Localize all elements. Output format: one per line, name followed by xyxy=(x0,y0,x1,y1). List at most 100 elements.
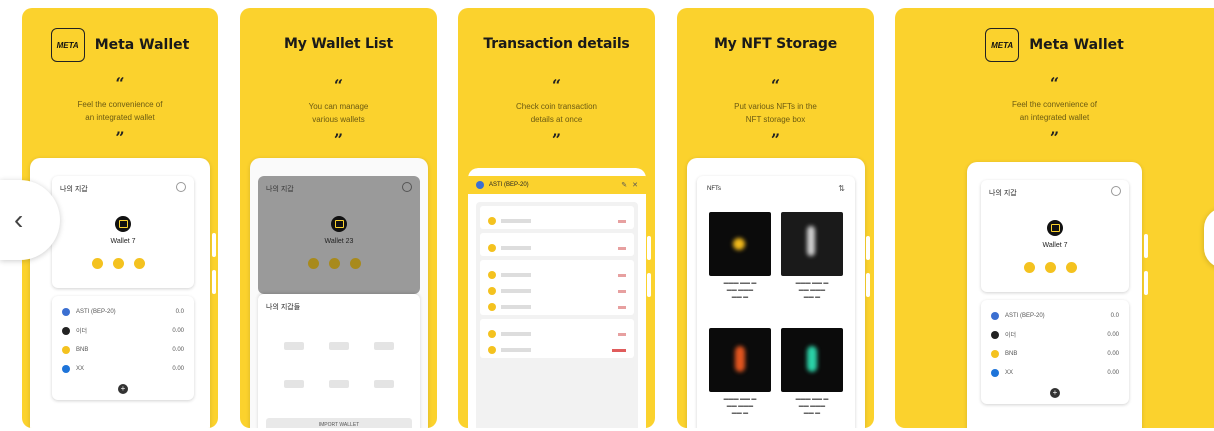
nft-panel: NFTs ⇅ ▬▬▬ ▬▬ ▬ ▬▬ ▬▬▬ ▬▬ ▬ ▬▬▬ ▬▬ ▬ ▬▬ ▬▬▬… xyxy=(697,176,855,428)
send-icon[interactable] xyxy=(1024,262,1035,273)
tx-row[interactable] xyxy=(480,283,634,299)
wallet-tile[interactable] xyxy=(284,380,305,388)
receive-icon[interactable] xyxy=(113,258,124,269)
open-quote-icon: “ xyxy=(1049,74,1060,93)
coin-icon xyxy=(488,303,496,311)
coin-row[interactable]: 이더 0.00 xyxy=(981,325,1129,344)
tx-group xyxy=(480,233,634,256)
coin-name: ASTI (BEP-20) xyxy=(1005,312,1045,319)
brand-header: META Meta Wallet xyxy=(895,28,1214,62)
phone-screen: 나의 지갑 Wallet 23 나의 지갑들 IMPORT WALLET xyxy=(250,158,428,428)
coin-icon xyxy=(488,287,496,295)
tx-row[interactable] xyxy=(480,299,634,315)
tagline-line-2: various wallets xyxy=(312,115,365,124)
refresh-icon[interactable] xyxy=(1111,186,1121,196)
next-arrow-button[interactable] xyxy=(1204,208,1214,268)
tx-group xyxy=(480,319,634,358)
tagline-line-2: details at once xyxy=(530,115,583,124)
coin-row[interactable]: BNB 0.00 xyxy=(52,340,194,359)
import-wallet-button[interactable]: IMPORT WALLET xyxy=(266,418,412,428)
refresh-icon[interactable] xyxy=(402,182,412,192)
brand-header: META Meta Wallet xyxy=(22,28,218,62)
add-coin-icon[interactable]: + xyxy=(1050,388,1060,398)
coin-row[interactable]: 이더 0.00 xyxy=(52,321,194,340)
screen-header: 나의 지갑 xyxy=(266,186,294,193)
send-icon[interactable] xyxy=(308,258,319,269)
tx-amount xyxy=(618,289,626,293)
tx-header: ASTI (BEP-20) xyxy=(489,182,529,188)
phone-screen: 나의 지갑 Wallet 7 ASTI (BEP-20) 0.0 이더 0.00 xyxy=(967,162,1142,428)
side-tab xyxy=(212,233,216,257)
wallet-tile[interactable] xyxy=(373,342,394,350)
coin-icon xyxy=(488,330,496,338)
swap-icon[interactable] xyxy=(350,258,361,269)
refresh-icon[interactable] xyxy=(176,182,186,192)
close-icon[interactable]: ✕ xyxy=(632,181,638,189)
tx-row[interactable] xyxy=(480,240,634,256)
coin-row[interactable]: XX 0.00 xyxy=(981,363,1129,382)
wallet-tile[interactable] xyxy=(328,342,349,350)
card-title: Transaction details xyxy=(483,36,630,52)
coin-value: 0.0 xyxy=(1110,312,1119,319)
tagline-line-2: an integrated wallet xyxy=(85,113,155,122)
receive-icon[interactable] xyxy=(329,258,340,269)
nft-thumbnail[interactable] xyxy=(709,212,771,276)
tx-row[interactable] xyxy=(480,213,634,229)
add-coin-icon[interactable]: + xyxy=(118,384,128,394)
wallet-tile[interactable] xyxy=(373,380,394,388)
coin-icon xyxy=(488,217,496,225)
tx-row[interactable] xyxy=(480,342,634,358)
wallet-name: Wallet 7 xyxy=(1042,242,1068,249)
nft-glow xyxy=(807,226,815,256)
close-quote-icon: ” xyxy=(770,130,781,149)
nft-thumbnail[interactable] xyxy=(709,328,771,392)
coin-row[interactable]: XX 0.00 xyxy=(52,359,194,378)
eth-coin-icon xyxy=(991,330,999,339)
coin-name: BNB xyxy=(1005,350,1018,357)
tx-row[interactable] xyxy=(480,326,634,342)
tx-date xyxy=(480,260,634,267)
screenshot-card-4[interactable]: My NFT Storage “ Put various NFTs in the… xyxy=(677,8,874,428)
coin-name: XX xyxy=(1005,369,1014,376)
sort-icon[interactable]: ⇅ xyxy=(838,184,845,193)
asti-coin-icon xyxy=(62,307,70,316)
coin-name: ASTI (BEP-20) xyxy=(76,308,116,315)
open-quote-icon: “ xyxy=(333,76,344,95)
nft-caption: ▬▬▬ ▬▬ ▬ ▬▬ ▬▬▬ ▬▬ ▬ xyxy=(795,280,829,300)
swap-icon[interactable] xyxy=(1066,262,1077,273)
send-icon[interactable] xyxy=(92,258,103,269)
coin-row[interactable]: ASTI (BEP-20) 0.0 xyxy=(981,306,1129,325)
tagline: You can manage various wallets xyxy=(240,100,437,126)
wallet-tile[interactable] xyxy=(328,380,349,388)
coin-value: 0.00 xyxy=(1107,350,1119,357)
tx-label xyxy=(501,305,531,309)
screenshot-card-2[interactable]: My Wallet List “ You can manage various … xyxy=(240,8,437,428)
tx-amount xyxy=(612,348,626,352)
app-title: Meta Wallet xyxy=(94,37,190,53)
receive-icon[interactable] xyxy=(1045,262,1056,273)
screenshot-card-5[interactable]: META Meta Wallet “ Feel the convenience … xyxy=(895,8,1214,428)
wallet-tile[interactable] xyxy=(284,342,305,350)
coin-row[interactable]: BNB 0.00 xyxy=(981,344,1129,363)
tagline-line-2: NFT storage box xyxy=(745,115,806,124)
tagline: Check coin transaction details at once xyxy=(458,100,655,126)
wallet-grid xyxy=(272,342,406,388)
coin-icon xyxy=(488,244,496,252)
nft-thumbnail[interactable] xyxy=(781,212,843,276)
coin-value: 0.0 xyxy=(175,308,184,315)
tagline: Feel the convenience of an integrated wa… xyxy=(895,98,1214,124)
asti-coin-icon xyxy=(476,181,484,189)
coin-row[interactable]: ASTI (BEP-20) 0.0 xyxy=(52,302,194,321)
nft-thumbnail[interactable] xyxy=(781,328,843,392)
screenshot-card-3[interactable]: Transaction details “ Check coin transac… xyxy=(458,8,655,428)
edit-icon[interactable]: ✎ xyxy=(621,181,627,189)
swap-icon[interactable] xyxy=(134,258,145,269)
action-buttons xyxy=(92,258,145,269)
coin-list: ASTI (BEP-20) 0.0 이더 0.00 BNB 0.00 XX 0.… xyxy=(981,300,1129,404)
tx-row[interactable] xyxy=(480,267,634,283)
wallet-panel-dimmed: 나의 지갑 Wallet 23 xyxy=(258,176,420,294)
tagline-line-1: Feel the convenience of xyxy=(1012,100,1097,109)
tx-date xyxy=(480,233,634,240)
coin-name: XX xyxy=(76,365,85,372)
coin-value: 0.00 xyxy=(172,365,184,372)
